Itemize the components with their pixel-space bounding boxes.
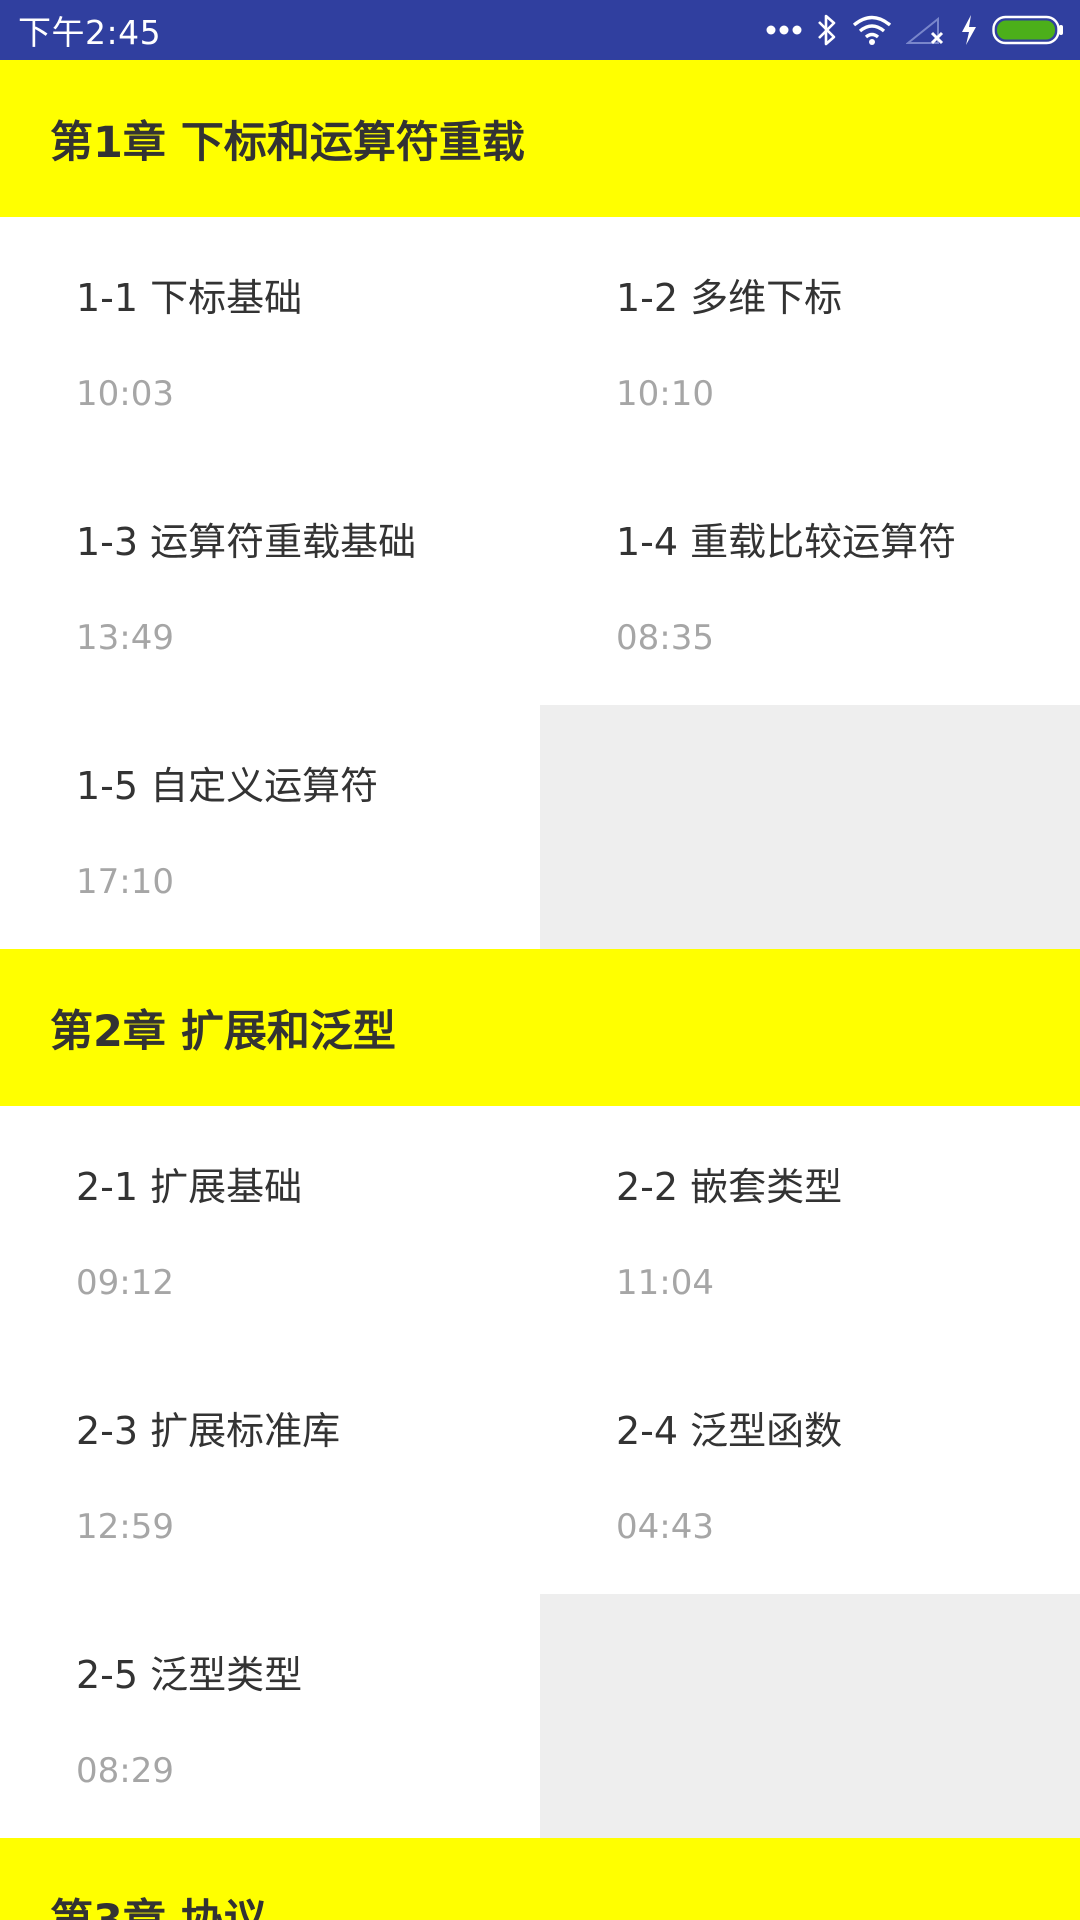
lesson-title: 1-4 重载比较运算符	[616, 520, 957, 564]
battery-icon	[992, 15, 1064, 45]
lesson-card[interactable]: 2-5 泛型类型 08:29	[0, 1594, 540, 1838]
empty-grid-cell	[540, 1594, 1080, 1838]
chapter-title: 第1章 下标和运算符重载	[50, 117, 525, 168]
lesson-card[interactable]: 1-1 下标基础 10:03	[0, 217, 540, 461]
lesson-card[interactable]: 1-4 重载比较运算符 08:35	[540, 461, 1080, 705]
status-bar: 下午2:45	[0, 0, 1080, 60]
lesson-card[interactable]: 1-5 自定义运算符 17:10	[0, 705, 540, 949]
chapter-title: 第2章 扩展和泛型	[50, 1006, 396, 1057]
lesson-duration: 04:43	[616, 1507, 714, 1547]
lesson-duration: 13:49	[76, 618, 174, 658]
lesson-duration: 10:10	[616, 374, 714, 414]
lesson-grid: 1-1 下标基础 10:03 1-2 多维下标 10:10 1-3 运算符重载基…	[0, 217, 1080, 949]
lesson-duration: 11:04	[616, 1263, 714, 1303]
lesson-title: 1-5 自定义运算符	[76, 764, 379, 808]
wifi-icon	[852, 14, 892, 46]
lesson-duration: 17:10	[76, 862, 174, 902]
lesson-card[interactable]: 1-2 多维下标 10:10	[540, 217, 1080, 461]
lesson-duration: 09:12	[76, 1263, 174, 1303]
lesson-title: 2-1 扩展基础	[76, 1165, 303, 1209]
chapter-header[interactable]: 第3章 协议	[0, 1838, 1080, 1920]
lesson-duration: 12:59	[76, 1507, 174, 1547]
lesson-card[interactable]: 2-3 扩展标准库 12:59	[0, 1350, 540, 1594]
lesson-title: 2-3 扩展标准库	[76, 1409, 341, 1453]
lesson-duration: 08:29	[76, 1751, 174, 1791]
lesson-duration: 08:35	[616, 618, 714, 658]
lesson-card[interactable]: 1-3 运算符重载基础 13:49	[0, 461, 540, 705]
status-time: 下午2:45	[18, 13, 162, 52]
lesson-card[interactable]: 2-2 嵌套类型 11:04	[540, 1106, 1080, 1350]
chapter-title: 第3章 协议	[50, 1886, 267, 1920]
lesson-grid: 2-1 扩展基础 09:12 2-2 嵌套类型 11:04 2-3 扩展标准库 …	[0, 1106, 1080, 1838]
more-dots-icon	[766, 24, 802, 36]
lesson-card[interactable]: 2-4 泛型函数 04:43	[540, 1350, 1080, 1594]
lesson-title: 1-2 多维下标	[616, 276, 843, 320]
chapter-header[interactable]: 第2章 扩展和泛型	[0, 949, 1080, 1106]
status-icons	[766, 0, 1064, 60]
lesson-card[interactable]: 2-1 扩展基础 09:12	[0, 1106, 540, 1350]
empty-grid-cell	[540, 705, 1080, 949]
charging-bolt-icon	[960, 14, 978, 46]
lesson-title: 2-2 嵌套类型	[616, 1165, 843, 1209]
chapter-list[interactable]: 第1章 下标和运算符重载 1-1 下标基础 10:03 1-2 多维下标 10:…	[0, 60, 1080, 1920]
lesson-title: 2-5 泛型类型	[76, 1653, 303, 1697]
chapter-header[interactable]: 第1章 下标和运算符重载	[0, 60, 1080, 217]
lesson-title: 1-1 下标基础	[76, 276, 303, 320]
lesson-duration: 10:03	[76, 374, 174, 414]
lesson-title: 2-4 泛型函数	[616, 1409, 843, 1453]
bluetooth-icon	[816, 13, 838, 47]
lesson-title: 1-3 运算符重载基础	[76, 520, 417, 564]
signal-no-service-icon	[906, 15, 946, 45]
